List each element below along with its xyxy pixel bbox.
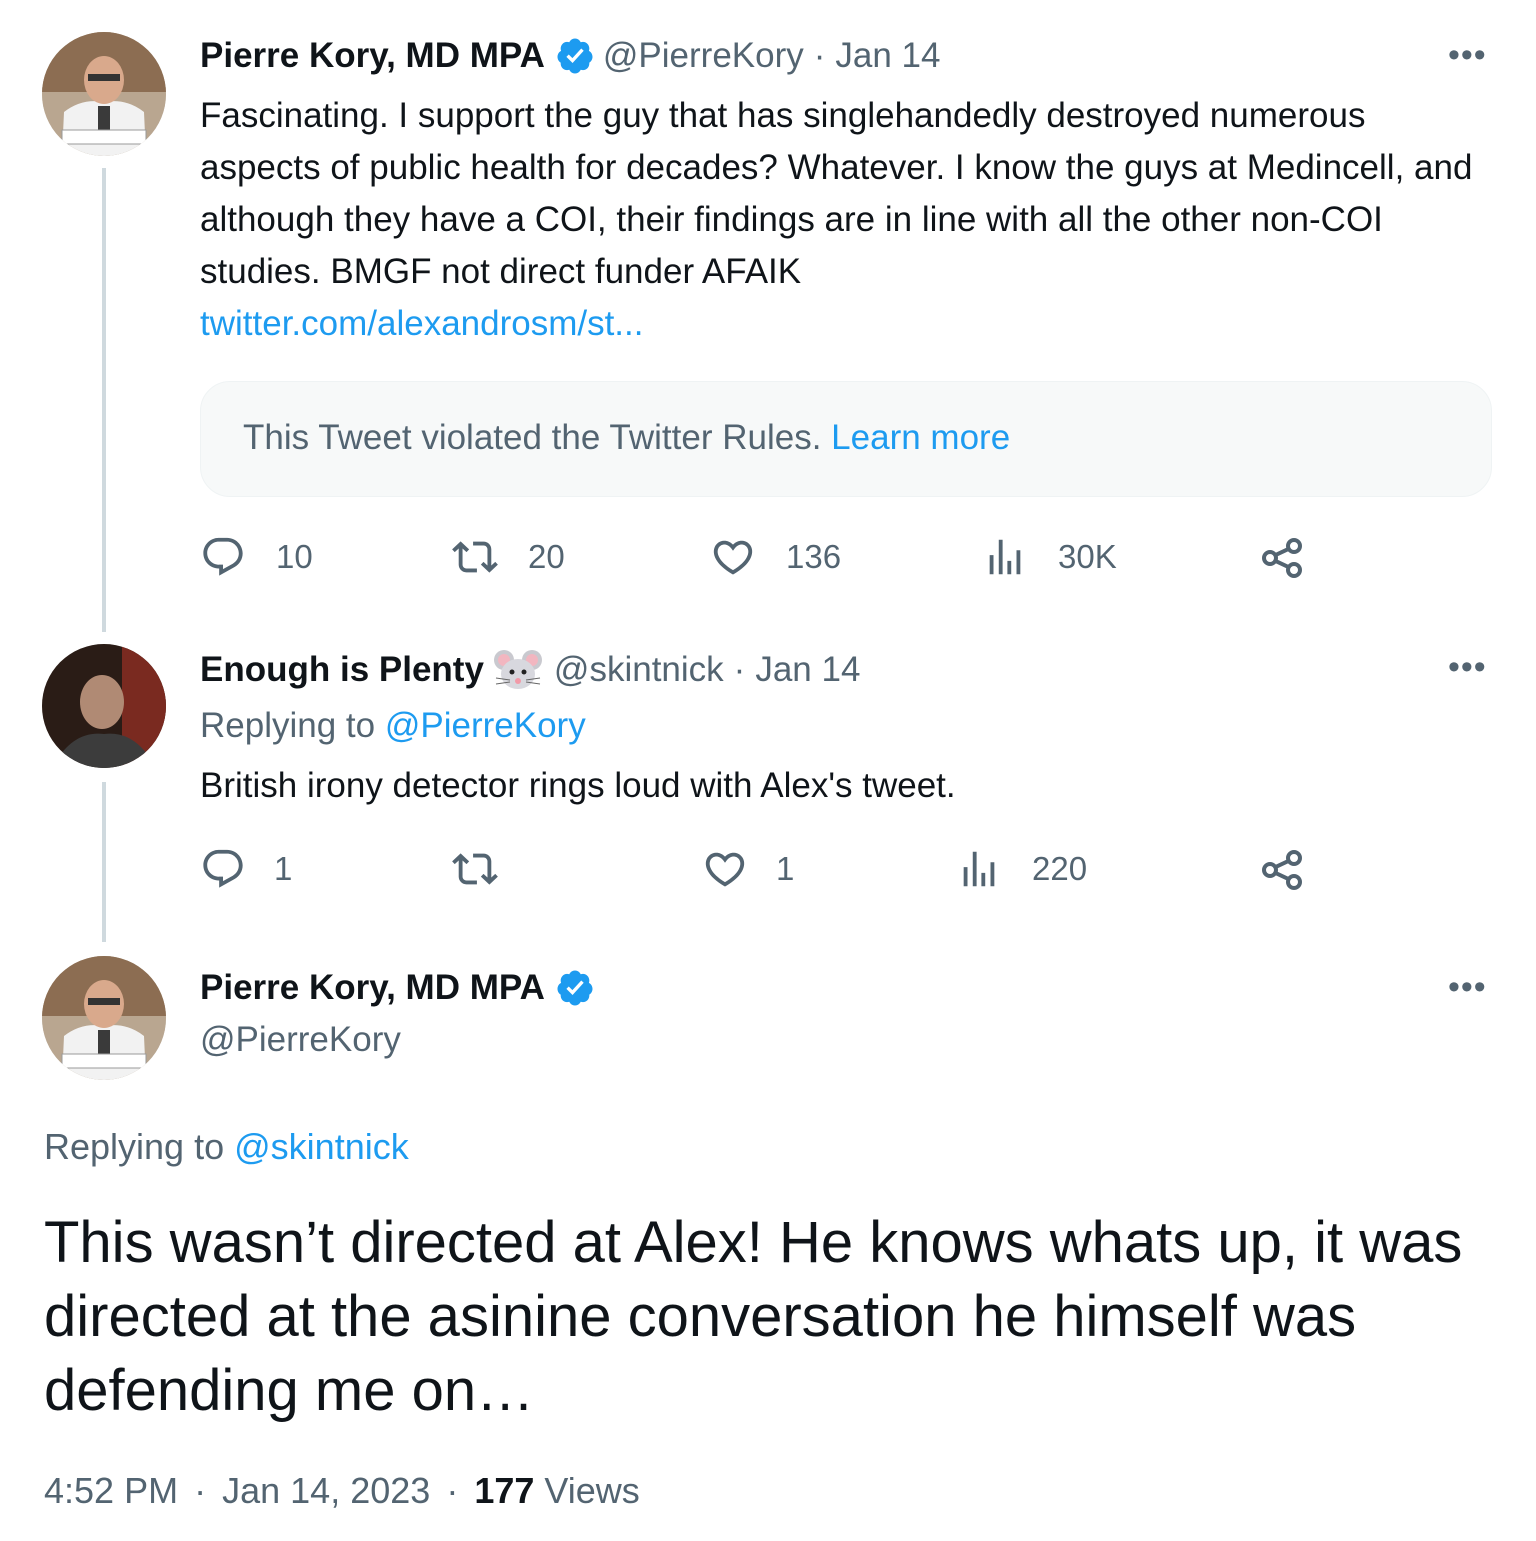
tweet-header: Enough is Plenty @skintnick · Jan 14 [200, 648, 860, 692]
author-name[interactable]: Pierre Kory, MD MPA [200, 36, 545, 76]
share-button[interactable] [1258, 846, 1336, 894]
separator: · [813, 36, 826, 75]
tweet-text: This wasn’t directed at Alex! He knows w… [44, 1210, 1463, 1423]
share-icon [1262, 850, 1302, 890]
views-icon [963, 851, 995, 887]
tweet-date[interactable]: Jan 14, 2023 [222, 1470, 430, 1511]
tweet-header: Pierre Kory, MD MPA [200, 968, 603, 1008]
avatar-image [42, 32, 166, 156]
author-handle[interactable]: @skintnick [554, 650, 724, 690]
author-handle[interactable]: @PierreKory [603, 36, 804, 76]
views-icon [989, 539, 1021, 575]
avatar-image [42, 956, 166, 1080]
author-handle[interactable]: @PierreKory [200, 1020, 401, 1060]
tweet-time[interactable]: 4:52 PM [44, 1470, 178, 1511]
replying-label: Replying to [200, 706, 376, 745]
avatar-enough-is-plenty[interactable] [42, 644, 166, 768]
tweet-date[interactable]: Jan 14 [835, 36, 940, 76]
avatar-pierre-kory[interactable] [42, 956, 166, 1080]
like-icon [705, 852, 745, 887]
views-button[interactable]: 220 [956, 846, 1087, 892]
tweet-link[interactable]: twitter.com/alexandrosm/st... [200, 304, 643, 343]
reply-button[interactable]: 1 [200, 846, 292, 892]
retweet-button[interactable] [452, 846, 528, 892]
share-icon [1262, 538, 1302, 578]
views-count: 177 [474, 1470, 535, 1511]
notice-text: This Tweet violated the Twitter Rules. [243, 418, 822, 457]
separator: · [446, 1470, 459, 1511]
reply-button[interactable]: 10 [200, 534, 313, 580]
thread-line [102, 782, 106, 942]
more-icon[interactable]: ••• [1448, 36, 1487, 75]
replying-to: Replying to @skintnick [44, 1126, 409, 1168]
thread-line [102, 168, 106, 632]
violation-notice: This Tweet violated the Twitter Rules. L… [200, 381, 1492, 497]
reply-count: 1 [274, 850, 293, 887]
like-button[interactable]: 1 [702, 846, 794, 892]
like-count: 1 [776, 850, 795, 887]
tweet-actions: 10 20 136 30K [200, 534, 1320, 584]
replying-handle-link[interactable]: @skintnick [234, 1126, 409, 1167]
retweet-count: 20 [528, 538, 565, 575]
separator: · [194, 1470, 207, 1511]
replying-label: Replying to [44, 1126, 225, 1167]
more-icon[interactable]: ••• [1448, 648, 1487, 687]
avatar-image [42, 644, 166, 768]
mouse-emoji-icon [493, 650, 542, 689]
views-count: 30K [1058, 538, 1117, 575]
tweet-actions: 1 1 220 [200, 846, 1320, 896]
tweet-text: British irony detector rings loud with A… [200, 766, 956, 805]
learn-more-link[interactable]: Learn more [831, 418, 1010, 457]
separator: · [733, 650, 746, 689]
share-button[interactable] [1258, 534, 1336, 582]
verified-icon [557, 38, 593, 74]
verified-icon [557, 970, 593, 1006]
tweet-date[interactable]: Jan 14 [755, 650, 860, 690]
author-name[interactable]: Pierre Kory, MD MPA [200, 968, 545, 1008]
reply-icon [203, 849, 243, 888]
more-icon[interactable]: ••• [1448, 968, 1487, 1007]
tweet-text: Fascinating. I support the guy that has … [200, 90, 1490, 350]
retweet-icon [452, 853, 498, 885]
tweet-body: Fascinating. I support the guy that has … [200, 96, 1473, 291]
like-icon [713, 540, 753, 575]
like-button[interactable]: 136 [710, 534, 841, 580]
views-button[interactable]: 30K [982, 534, 1117, 580]
replying-handle-link[interactable]: @PierreKory [385, 706, 586, 745]
author-name[interactable]: Enough is Plenty [200, 650, 484, 690]
avatar-pierre-kory[interactable] [42, 32, 166, 156]
views-count: 220 [1032, 850, 1088, 887]
reply-icon [203, 537, 243, 576]
retweet-button[interactable]: 20 [452, 534, 565, 580]
views-label: Views [544, 1470, 640, 1511]
reply-count: 10 [276, 538, 313, 575]
like-count: 136 [786, 538, 842, 575]
tweet-meta: 4:52 PM · Jan 14, 2023 · 177 Views [44, 1470, 640, 1512]
tweet-header: Pierre Kory, MD MPA @PierreKory · Jan 14 [200, 36, 941, 76]
replying-to: Replying to @PierreKory [200, 706, 586, 746]
retweet-icon [452, 541, 498, 573]
